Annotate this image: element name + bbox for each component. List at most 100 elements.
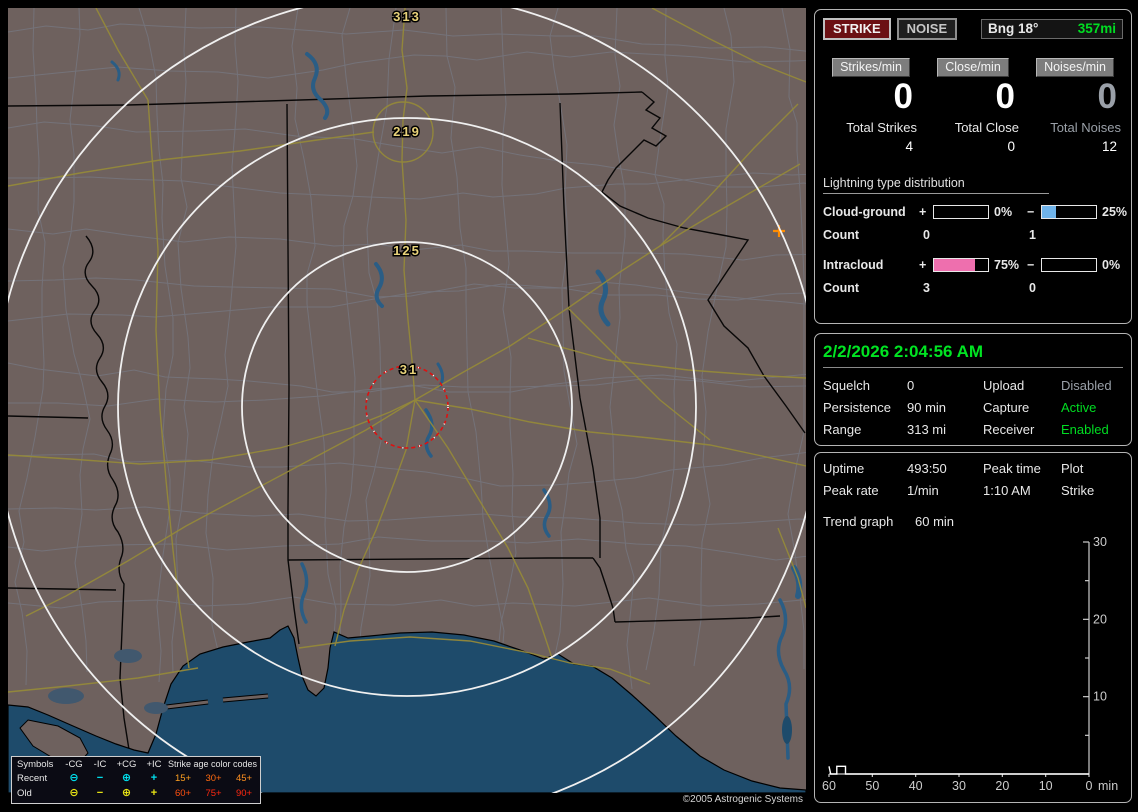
trend-graph-label: Trend graph [823,514,894,529]
trend-graph-window: 60 min [915,514,955,529]
age-code-90: 90+ [235,787,253,799]
neg-cg-recent-icon: ⊖ [69,771,79,784]
stats-panel: Uptime 493:50 Peak time Plot Peak rate 1… [814,452,1132,803]
upload-value: Disabled [1061,378,1112,393]
legend-age-header: Strike age color codes [168,759,258,770]
neg-cg-old-icon: ⊖ [69,786,79,799]
total-close-label: Total Close [954,119,1019,135]
age-code-15: 15+ [174,772,192,784]
ic-positive-count: 3 [923,280,930,295]
distribution-title: Lightning type distribution [823,176,1049,194]
lightning-distribution: Lightning type distribution Cloud-ground… [823,176,1127,295]
peak-rate-label: Peak rate [823,483,879,498]
copyright-text: ©2005 Astrogenic Systems [682,794,803,805]
svg-text:20: 20 [995,779,1009,793]
svg-text:min: min [1098,779,1118,793]
total-close-value: 0 [1007,138,1015,154]
persistence-label: Persistence [823,400,891,415]
legend-row-old-label: Old [17,787,32,799]
pos-cg-old-icon: ⊕ [121,786,132,799]
strike-mode-button[interactable]: STRIKE [823,18,891,40]
age-code-30: 30+ [205,772,222,784]
plot-mode-value: Strike [1061,483,1095,498]
bearing-distance: 357mi [1077,21,1116,36]
age-code-60: 60+ [174,787,192,799]
total-strikes-label: Total Strikes [846,119,917,135]
upload-label: Upload [983,378,1025,393]
ic-positive-bar [933,257,989,272]
cloud-ground-count-row: Count 0 1 [823,228,1123,242]
receiver-label: Receiver [983,422,1035,437]
intracloud-count-row: Count 3 0 [823,281,1123,295]
strikes-per-min-button[interactable]: Strikes/min [832,58,910,77]
age-code-75: 75+ [205,787,222,799]
svg-text:40: 40 [909,779,923,793]
ic-negative-bar [1041,257,1097,272]
close-per-min-button[interactable]: Close/min [937,58,1009,77]
svg-text:30: 30 [1093,537,1107,549]
svg-text:60: 60 [822,779,836,793]
cg-positive-pct: 0% [994,204,1013,219]
svg-text:10: 10 [1039,779,1053,793]
noise-mode-button[interactable]: NOISE [896,18,958,40]
strikes-counter: Strikes/min 0 Total Strikes 4 [823,58,919,154]
total-noises-value: 12 [1101,138,1117,154]
minus-sign: − [1027,204,1035,219]
legend-row-recent-label: Recent [17,772,48,784]
peak-time-value: 1:10 AM [983,483,1031,498]
cg-positive-bar [933,204,989,219]
range-value: 313 mi [907,422,947,437]
ic-negative-count: 0 [1029,280,1036,295]
cg-negative-bar [1041,204,1097,219]
pos-cg-recent-icon: ⊕ [121,771,132,784]
intracloud-row: Intracloud + 75% − 0% [823,257,1123,272]
legend-col-neg-cg: -CG [65,759,83,770]
count-label: Count [823,227,860,242]
noises-counter: Noises/min 0 Total Noises 12 [1027,58,1123,154]
trend-graph: 30 20 10 60 50 40 30 20 10 0 min [822,537,1118,793]
range-label: Range [823,422,862,437]
pos-ic-old-icon: + [150,786,158,799]
peak-rate-value: 1/min [907,483,939,498]
legend-symbols-header: Symbols [17,759,54,770]
cloud-ground-row: Cloud-ground + 0% − 25% [823,204,1127,219]
trend-line [828,765,1089,775]
total-strikes-value: 4 [905,138,913,154]
count-label: Count [823,280,860,295]
cg-negative-count: 1 [1029,227,1036,242]
lightning-tracker-app: 313 219 125 31 Symbols -CG -IC +CG +IC S… [0,0,1138,812]
close-counter: Close/min 0 Total Close 0 [925,58,1021,154]
range-ring-label: 125 [393,243,421,258]
noises-per-min-button[interactable]: Noises/min [1036,58,1114,77]
legend-col-neg-ic: -IC [93,759,107,770]
datetime-display: 2/2/2026 2:04:56 AM [823,342,984,361]
svg-text:10: 10 [1093,690,1107,704]
bearing-display: Bng 18° 357mi [981,19,1123,39]
intracloud-label: Intracloud [823,257,884,272]
map-display[interactable]: 313 219 125 31 Symbols -CG -IC +CG +IC S… [8,8,806,805]
neg-ic-old-icon: − [96,786,104,799]
squelch-value: 0 [907,378,915,393]
uptime-value: 493:50 [907,461,947,476]
ic-negative-pct: 0% [1102,257,1121,272]
cg-positive-count: 0 [923,227,930,242]
plus-sign: + [919,204,927,219]
legend-col-pos-cg: +CG [116,759,137,770]
plot-label: Plot [1061,461,1084,476]
age-code-45: 45+ [235,772,253,784]
pos-ic-recent-icon: + [150,771,158,784]
neg-ic-recent-icon: − [96,771,104,784]
ic-positive-pct: 75% [994,257,1020,272]
bearing-label: Bng 18° [988,21,1039,36]
persistence-value: 90 min [907,400,947,415]
range-ring-label: 219 [393,124,421,139]
peak-time-label: Peak time [983,461,1041,476]
range-ring-label: 31 [400,362,418,377]
svg-text:30: 30 [952,779,966,793]
strikes-per-min-value: 0 [893,77,913,116]
capture-label: Capture [983,400,1030,415]
squelch-label: Squelch [823,378,870,393]
receiver-value: Enabled [1061,422,1109,437]
noises-per-min-value: 0 [1097,77,1117,116]
minus-sign: − [1027,257,1035,272]
